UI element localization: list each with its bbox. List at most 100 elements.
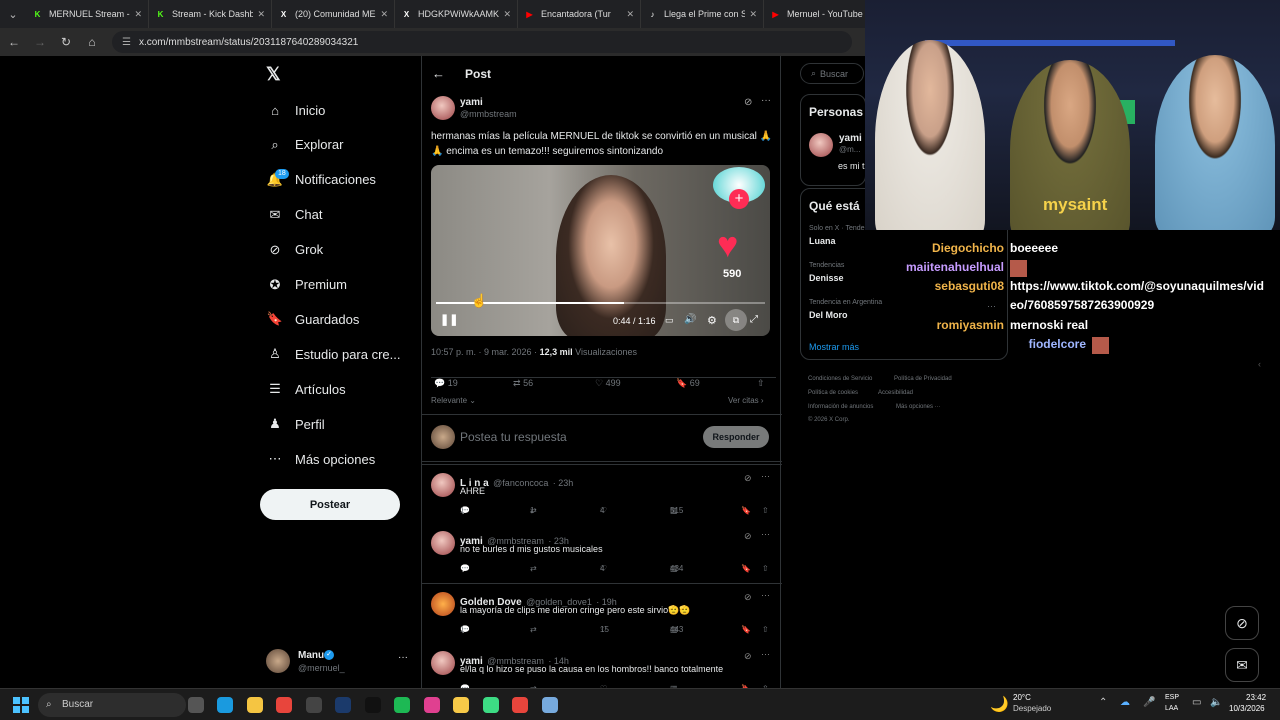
start-icon[interactable] (13, 697, 29, 713)
bookmark-icon[interactable]: 🔖 (741, 506, 751, 515)
sidebar-item-bookmark[interactable]: 🔖 Guardados (266, 304, 359, 334)
tab-close-icon[interactable]: ✕ (503, 9, 511, 20)
footer-link[interactable]: Más opciones ··· (896, 404, 941, 410)
sidebar-item-home[interactable]: ⌂ Inicio (266, 95, 325, 125)
vpn-icon[interactable] (423, 697, 440, 713)
browser-tab[interactable]: K Stream - Kick Dashbo ✕ (149, 0, 272, 28)
share-icon[interactable]: ⇧ (762, 506, 769, 515)
chat-username[interactable]: sebasguti08 (935, 279, 1004, 293)
tab-close-icon[interactable]: ✕ (134, 9, 142, 20)
browser-tab[interactable]: ♪ Llega el Prime con Sc ✕ (641, 0, 764, 28)
reply-avatar[interactable] (431, 592, 455, 616)
like-action[interactable]: ♡ 499 (595, 378, 621, 389)
sidebar-item-studio[interactable]: ♙ Estudio para cre... (266, 339, 400, 369)
chrome-icon[interactable] (512, 697, 528, 713)
bookmark-icon[interactable]: 🔖 (741, 564, 751, 573)
chat-username[interactable]: fiodelcore (1029, 337, 1086, 351)
tray-network-icon[interactable]: ▭ (1192, 697, 1201, 708)
account-switcher[interactable]: Manu ✓ @mernuel_ ··· (266, 646, 412, 678)
pause-icon[interactable]: ❚❚ (440, 313, 458, 326)
people-name[interactable]: yami (839, 133, 862, 144)
x-logo-icon[interactable]: 𝕏 (266, 64, 281, 85)
bookmark-action[interactable]: 🔖 69 (676, 378, 700, 389)
reply-grok-icon[interactable]: ⊘ (744, 531, 752, 542)
tab-search-button[interactable]: ⌄ (0, 0, 26, 28)
reply-grok-icon[interactable]: ⊘ (744, 592, 752, 603)
reply-more-icon[interactable]: ··· (761, 649, 770, 659)
reply-item[interactable]: L i n a @fanconcoca · 23h ⊘ ··· AHRE 💬 1 ⇄ 1 ♡… (422, 464, 782, 523)
settings-icon[interactable]: ⚙ (707, 314, 717, 327)
browser-tab[interactable]: X (20) Comunidad MER ✕ (272, 0, 395, 28)
bookmark-icon[interactable]: 🔖 (741, 625, 751, 634)
chat-username[interactable]: maiitenahuelhual (906, 260, 1004, 274)
tiktok-icon[interactable] (364, 697, 381, 713)
account-more-icon[interactable]: ··· (398, 652, 408, 663)
spotify-icon[interactable] (394, 697, 410, 713)
files-icon[interactable] (187, 697, 204, 713)
captions-icon[interactable]: ▭ (665, 315, 674, 326)
chat-username[interactable]: Diegochicho (932, 241, 1004, 255)
search-input[interactable]: ⌕ Buscar (800, 63, 864, 84)
post-author-name[interactable]: yami (460, 97, 483, 108)
sidebar-item-mail[interactable]: ✉ Chat (266, 200, 323, 230)
reply-more-icon[interactable]: ··· (761, 529, 770, 539)
people-avatar[interactable] (809, 133, 833, 157)
pip-icon[interactable]: ⧉ (725, 309, 747, 331)
sidebar-item-premium[interactable]: ✪ Premium (266, 270, 347, 300)
reply-button[interactable]: Responder (703, 426, 769, 448)
reply-avatar[interactable] (431, 531, 455, 555)
browser-tab[interactable]: ▶ Encantadora (Tur ✕ (518, 0, 641, 28)
share-icon[interactable]: ⇧ (757, 378, 765, 389)
site-info-icon[interactable]: ☰ (122, 37, 131, 48)
sort-dropdown[interactable]: Relevante ⌄ (431, 396, 476, 405)
forward-icon[interactable]: → (28, 35, 52, 49)
tab-close-icon[interactable]: ✕ (257, 9, 265, 20)
browser-tab[interactable]: K MERNUEL Stream - V ✕ (26, 0, 149, 28)
trend-name[interactable]: Luana (809, 236, 836, 246)
lang-variant[interactable]: LAA (1165, 705, 1178, 712)
reply-avatar[interactable] (431, 473, 455, 497)
reply-grok-icon[interactable]: ⊘ (744, 473, 752, 484)
footer-link[interactable]: Política de Privacidad (894, 376, 952, 382)
trend-more-icon[interactable]: ··· (987, 301, 996, 311)
footer-link[interactable]: Política de cookies (808, 390, 858, 396)
share-icon[interactable]: ⇧ (762, 625, 769, 634)
reply-more-icon[interactable]: ··· (761, 471, 770, 481)
show-more-link[interactable]: Mostrar más (809, 342, 859, 352)
android-icon[interactable] (482, 697, 499, 713)
tray-chevron-icon[interactable]: ⌃ (1099, 697, 1107, 708)
edge-icon[interactable] (217, 697, 233, 713)
trend-name[interactable]: Del Moro (809, 310, 848, 320)
messages-float-button[interactable]: ✉ (1225, 648, 1259, 682)
tab-close-icon[interactable]: ✕ (626, 9, 634, 20)
post-button[interactable]: Postear (260, 489, 400, 520)
reload-icon[interactable]: ↻ (54, 35, 78, 49)
reply-handle[interactable]: @fanconcoca (493, 478, 548, 488)
back-icon[interactable]: ← (2, 35, 26, 49)
app-icon[interactable] (541, 697, 558, 713)
sidebar-item-person[interactable]: ♟ Perfil (266, 409, 324, 439)
url-field[interactable]: ☰ x.com/mmbstream/status/203118764028903… (112, 31, 852, 53)
reply-item[interactable]: yami @mmbstream · 14h ⊘ ··· el/la q lo hizo… (422, 643, 782, 693)
browser-tab[interactable]: X HDGKPWiWkAAMK8 ✕ (395, 0, 518, 28)
obs-icon[interactable] (305, 697, 322, 713)
repost-action[interactable]: ⇄ 56 (513, 378, 533, 389)
clock-date[interactable]: 10/3/2026 (1229, 704, 1265, 713)
quotes-link[interactable]: Ver citas › (728, 396, 764, 405)
footer-link[interactable]: © 2026 X Corp. (808, 417, 849, 423)
taskbar-search[interactable]: ⌕ Buscar (38, 693, 186, 717)
reply-grok-icon[interactable]: ⊘ (744, 651, 752, 662)
sidebar-item-articles[interactable]: ☰ Artículos (266, 374, 345, 404)
footer-link[interactable]: Accesibilidad (878, 390, 913, 396)
tray-volume-icon[interactable]: 🔈 (1210, 697, 1222, 708)
reply-time[interactable]: · 23h (553, 478, 574, 488)
steam-icon[interactable] (335, 697, 351, 713)
sidebar-item-search[interactable]: ⌕ Explorar (266, 130, 343, 160)
share-icon[interactable]: ⇧ (762, 564, 769, 573)
chat-arrow-icon[interactable]: ‹ (1258, 359, 1261, 369)
clock-time[interactable]: 23:42 (1246, 693, 1266, 702)
back-arrow-icon[interactable]: ← (432, 66, 445, 81)
tab-close-icon[interactable]: ✕ (380, 9, 388, 20)
fullscreen-icon[interactable]: ⤢ (750, 314, 758, 325)
post-video[interactable]: + ♥ 590 ☝ ❚❚ 0:44 / 1:16 ▭ 🔊 ⚙ ⧉ ⤢ (431, 165, 770, 336)
